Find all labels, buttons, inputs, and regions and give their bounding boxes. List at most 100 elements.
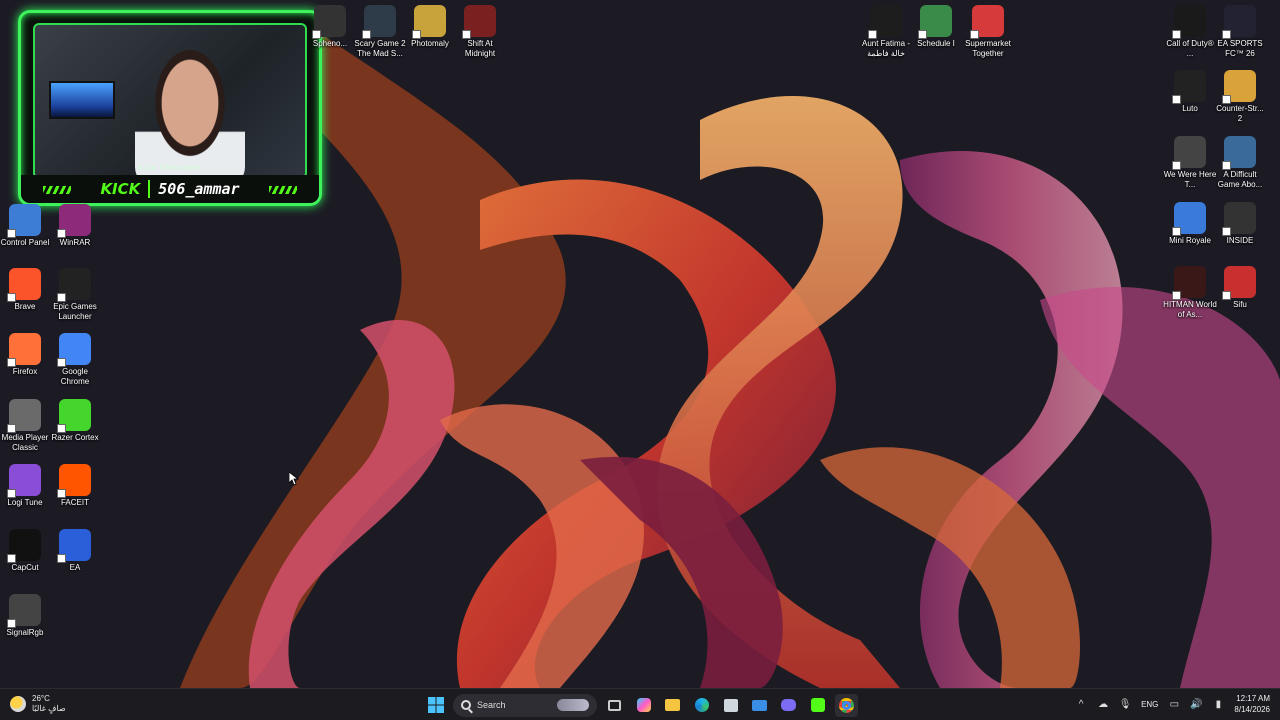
banner-stripes-left bbox=[43, 186, 71, 194]
desktop-icon-label: INSIDE bbox=[1226, 236, 1254, 245]
brave-icon bbox=[7, 268, 41, 302]
edge-button[interactable] bbox=[690, 694, 713, 717]
desktop-icon[interactable]: Scary Game 2 The Mad S... bbox=[353, 5, 407, 59]
weather-widget[interactable]: 26°C صافٍ غالبًا bbox=[10, 694, 66, 714]
razer-cortex-icon bbox=[57, 399, 91, 433]
mouse-cursor-icon bbox=[289, 472, 299, 486]
file-explorer-button[interactable] bbox=[661, 694, 684, 717]
start-button[interactable] bbox=[424, 694, 447, 717]
desktop-icon[interactable]: FACEIT bbox=[48, 464, 102, 508]
desktop-icon[interactable]: We Were Here T... bbox=[1163, 136, 1217, 190]
microphone-icon[interactable]: 🎙 bbox=[1119, 698, 1132, 710]
taskbar-pinned: Search bbox=[424, 693, 858, 717]
language-indicator[interactable]: ENG bbox=[1141, 700, 1158, 709]
desktop-icon-label: Scary Game 2 The Mad S... bbox=[354, 39, 406, 58]
scary-game-icon bbox=[362, 5, 396, 39]
mail-button[interactable] bbox=[748, 694, 771, 717]
background-monitor bbox=[49, 81, 115, 119]
shortcut-arrow-icon bbox=[7, 554, 16, 563]
search-highlight-icon bbox=[557, 699, 589, 711]
clock[interactable]: 12:17 AM 8/14/2026 bbox=[1234, 693, 1270, 715]
desktop-icon[interactable]: Firefox bbox=[0, 333, 52, 377]
desktop-icon[interactable]: Epic Games Launcher bbox=[48, 268, 102, 322]
desktop-icon-label: Luto bbox=[1182, 104, 1198, 113]
desktop-icon[interactable]: EA SPORTS FC™ 26 bbox=[1213, 5, 1267, 59]
system-tray: ^ ☁ 🎙 ENG ▭ 🔊 ▮ 12:17 AM 8/14/2026 bbox=[1075, 693, 1270, 715]
shortcut-arrow-icon bbox=[362, 30, 371, 39]
desktop-icon-label: Firefox bbox=[12, 367, 38, 376]
battery-icon[interactable]: ▮ bbox=[1212, 698, 1224, 710]
shortcut-arrow-icon bbox=[412, 30, 421, 39]
edge-icon bbox=[694, 698, 709, 712]
desktop-icon[interactable]: Shift At Midnight bbox=[453, 5, 507, 59]
shortcut-arrow-icon bbox=[7, 619, 16, 628]
desktop-icon-label: Logi Tune bbox=[7, 498, 43, 507]
discord-button[interactable] bbox=[777, 694, 800, 717]
onedrive-icon[interactable]: ☁ bbox=[1097, 698, 1109, 710]
desktop-icon[interactable]: CapCut bbox=[0, 529, 52, 573]
we-were-here-icon bbox=[1172, 136, 1206, 170]
banner-divider bbox=[148, 180, 151, 198]
desktop-icon[interactable]: Media Player Classic bbox=[0, 399, 52, 453]
copilot-icon bbox=[636, 698, 651, 712]
signalrgb-icon bbox=[7, 594, 41, 628]
search-icon bbox=[461, 700, 471, 710]
desktop-icon[interactable]: Supermarket Together bbox=[961, 5, 1015, 59]
luto-icon bbox=[1172, 70, 1206, 104]
discord-icon bbox=[781, 699, 796, 711]
desktop-icon[interactable]: INSIDE bbox=[1213, 202, 1267, 246]
shortcut-arrow-icon bbox=[1222, 95, 1231, 104]
desktop-icon[interactable]: Aunt Fatima - خالة فاطمة bbox=[859, 5, 913, 59]
logi-tune-icon bbox=[7, 464, 41, 498]
volume-icon[interactable]: 🔊 bbox=[1190, 698, 1202, 710]
desktop-icon[interactable]: Counter-Str... 2 bbox=[1213, 70, 1267, 124]
windows-icon bbox=[427, 697, 444, 713]
desktop-icon[interactable]: Brave bbox=[0, 268, 52, 312]
shortcut-arrow-icon bbox=[57, 293, 66, 302]
desktop-icon[interactable]: Google Chrome bbox=[48, 333, 102, 387]
desktop-icon[interactable]: Razer Cortex bbox=[48, 399, 102, 443]
task-view-button[interactable] bbox=[603, 694, 626, 717]
store-button[interactable] bbox=[719, 694, 742, 717]
desktop-icon[interactable]: Call of Duty® ... bbox=[1163, 5, 1217, 59]
sifu-icon bbox=[1222, 266, 1256, 300]
chrome-taskbar-button[interactable] bbox=[835, 693, 858, 717]
desktop-icon-label: Shift At Midnight bbox=[464, 39, 496, 58]
taskbar: 26°C صافٍ غالبًا Search ^ ☁ 🎙 ENG ▭ 🔊 ▮ … bbox=[0, 688, 1280, 720]
ea-fc-icon bbox=[1222, 5, 1256, 39]
shortcut-arrow-icon bbox=[7, 489, 16, 498]
kick-app-icon bbox=[810, 698, 825, 712]
streamer-handle: 506_ammar bbox=[158, 180, 240, 198]
desktop-icon[interactable]: Spheno... bbox=[303, 5, 357, 49]
shortcut-arrow-icon bbox=[57, 424, 66, 433]
desktop-icon[interactable]: Mini Royale bbox=[1163, 202, 1217, 246]
desktop-icon[interactable]: Schedule I bbox=[909, 5, 963, 49]
desktop-icon[interactable]: Logi Tune bbox=[0, 464, 52, 508]
taskbar-search[interactable]: Search bbox=[453, 693, 597, 717]
kick-logo: KICK bbox=[100, 180, 141, 198]
copilot-button[interactable] bbox=[632, 694, 655, 717]
cod-icon bbox=[1172, 5, 1206, 39]
desktop-icon-label: Photomaly bbox=[411, 39, 449, 48]
shortcut-arrow-icon bbox=[57, 229, 66, 238]
network-icon[interactable]: ▭ bbox=[1168, 698, 1180, 710]
desktop-icon[interactable]: SignalRgb bbox=[0, 594, 52, 638]
desktop-icon-label: CapCut bbox=[11, 563, 39, 572]
desktop-icon-label: Sifu bbox=[1233, 300, 1247, 309]
desktop-icon[interactable]: Control Panel bbox=[0, 204, 52, 248]
streamer-banner: KICK STREAMER KICK 506_ammar bbox=[21, 166, 319, 203]
capcut-icon bbox=[7, 529, 41, 563]
shortcut-arrow-icon bbox=[1172, 161, 1181, 170]
desktop-icon[interactable]: Photomaly bbox=[403, 5, 457, 49]
desktop-icon[interactable]: HITMAN World of As... bbox=[1163, 266, 1217, 320]
desktop-icon-label: FACEIT bbox=[60, 498, 89, 507]
desktop-icon[interactable]: EA bbox=[48, 529, 102, 573]
shortcut-arrow-icon bbox=[7, 358, 16, 367]
tray-overflow-chevron-icon[interactable]: ^ bbox=[1075, 698, 1087, 710]
kick-app-button[interactable] bbox=[806, 694, 829, 717]
desktop-icon[interactable]: WinRAR bbox=[48, 204, 102, 248]
shortcut-arrow-icon bbox=[1222, 30, 1231, 39]
desktop-icon[interactable]: A Difficult Game Abo... bbox=[1213, 136, 1267, 190]
desktop-icon[interactable]: Luto bbox=[1163, 70, 1217, 114]
desktop-icon[interactable]: Sifu bbox=[1213, 266, 1267, 310]
